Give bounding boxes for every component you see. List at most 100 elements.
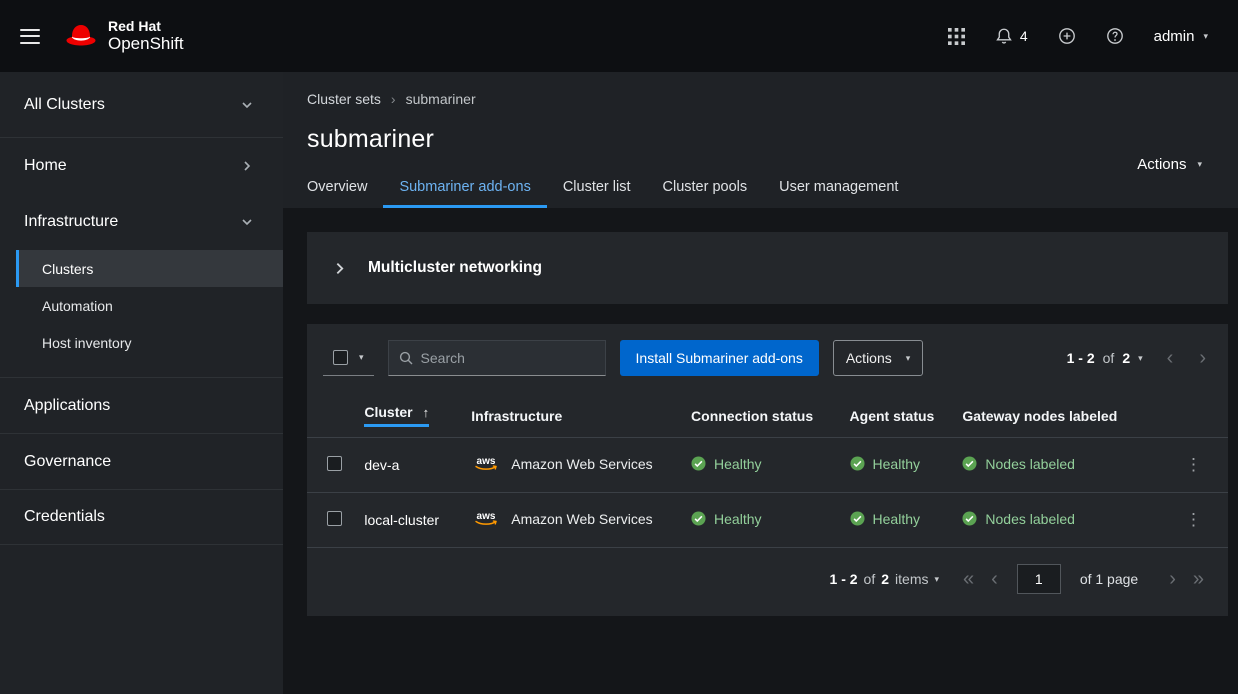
help-button[interactable]: [1106, 27, 1124, 45]
sort-by-cluster[interactable]: Cluster ↑: [364, 404, 429, 427]
masthead: Red Hat OpenShift 4: [0, 0, 1238, 72]
app-launcher-button[interactable]: [948, 28, 965, 45]
sidebar-item-label: Automation: [42, 298, 113, 314]
user-menu[interactable]: admin ▾: [1154, 28, 1208, 45]
bulk-select-dropdown[interactable]: ▾: [323, 340, 374, 376]
sidebar-item-applications[interactable]: Applications: [0, 377, 283, 433]
masthead-utilities: 4 admin ▾: [948, 27, 1208, 45]
next-page-button[interactable]: ›: [1169, 569, 1176, 589]
check-circle-icon: [962, 456, 977, 471]
pagination-top: 1 - 2 of 2 ▾ ‹ ›: [1067, 348, 1212, 368]
chevron-right-icon: [241, 160, 253, 172]
install-submariner-button[interactable]: Install Submariner add-ons: [620, 340, 819, 376]
page-actions-dropdown[interactable]: Actions ▾: [1137, 156, 1202, 173]
sidebar-item-label: Host inventory: [42, 335, 131, 351]
connection-status[interactable]: Healthy: [691, 511, 761, 527]
pagination-of: of: [864, 571, 876, 587]
pagination-items-word: items: [895, 571, 928, 587]
row-actions-kebab-icon[interactable]: ⋮: [1177, 508, 1210, 532]
caret-down-icon: ▾: [359, 353, 364, 362]
grid-apps-icon: [948, 28, 965, 45]
sidebar-item-label: Infrastructure: [24, 213, 118, 231]
sidebar-item-host-inventory[interactable]: Host inventory: [16, 324, 283, 361]
status-label: Nodes labeled: [985, 511, 1075, 527]
breadcrumb-link-cluster-sets[interactable]: Cluster sets: [307, 91, 381, 107]
bulk-select-checkbox[interactable]: [333, 350, 348, 365]
tab-submariner-add-ons[interactable]: Submariner add-ons: [383, 169, 546, 208]
row-checkbox[interactable]: [327, 511, 342, 526]
page-header: Cluster sets › submariner submariner Act…: [283, 72, 1238, 208]
connection-status[interactable]: Healthy: [691, 456, 761, 472]
table-actions-dropdown[interactable]: Actions ▾: [833, 340, 923, 376]
infrastructure-subnav: Clusters Automation Host inventory: [16, 250, 283, 377]
submariner-table-card: ▾ Install Submariner add-ons Actions ▾ 1…: [307, 324, 1228, 616]
caret-down-icon: ▾: [906, 354, 911, 363]
previous-page-button[interactable]: ‹: [1167, 348, 1174, 368]
username: admin: [1154, 28, 1195, 45]
table-toolbar: ▾ Install Submariner add-ons Actions ▾ 1…: [307, 340, 1228, 392]
pagination-range: 1 - 2: [830, 571, 858, 587]
chevron-down-icon: [241, 216, 253, 228]
caret-down-icon: ▾: [934, 575, 939, 584]
pagination-of: of: [1103, 350, 1115, 366]
page-title: submariner: [283, 107, 1238, 154]
breadcrumb: Cluster sets › submariner: [283, 72, 1238, 107]
column-header-connection-status: Connection status: [679, 392, 838, 438]
caret-down-icon: ▾: [1197, 160, 1202, 169]
gateway-nodes-status[interactable]: Nodes labeled: [962, 456, 1075, 472]
red-hat-fedora-icon: [64, 22, 98, 49]
caret-down-icon: ▾: [1203, 32, 1208, 41]
sidebar-item-governance[interactable]: Governance: [0, 433, 283, 489]
table-row-local-cluster: local-cluster aws Amazon Web Services: [307, 493, 1228, 548]
brand-logo[interactable]: Red Hat OpenShift: [64, 18, 184, 54]
pagination-top-nav: ‹ ›: [1167, 348, 1206, 368]
check-circle-icon: [691, 456, 706, 471]
tab-user-management[interactable]: User management: [763, 169, 914, 208]
cluster-switcher[interactable]: All Clusters: [0, 72, 283, 138]
last-page-button[interactable]: »: [1193, 569, 1204, 589]
check-circle-icon: [850, 511, 865, 526]
table-row-dev-a: dev-a aws Amazon Web Services: [307, 438, 1228, 493]
chevron-right-icon: [333, 262, 346, 275]
sidebar-item-home[interactable]: Home: [0, 138, 283, 194]
question-circle-icon: [1106, 27, 1124, 45]
pagination-summary-dropdown[interactable]: 1 - 2 of 2 items ▾: [830, 571, 939, 587]
search-input[interactable]: [421, 350, 595, 366]
status-label: Healthy: [873, 511, 920, 527]
sidebar-item-credentials[interactable]: Credentials: [0, 489, 283, 545]
sidebar-item-infrastructure[interactable]: Infrastructure: [0, 194, 283, 250]
row-actions-kebab-icon[interactable]: ⋮: [1177, 453, 1210, 477]
sidebar-item-clusters[interactable]: Clusters: [16, 250, 283, 287]
brand-line2: OpenShift: [108, 34, 184, 54]
current-page-input[interactable]: [1017, 564, 1061, 594]
column-header-infrastructure: Infrastructure: [459, 392, 679, 438]
pagination-total: 2: [881, 571, 889, 587]
row-checkbox[interactable]: [327, 456, 342, 471]
caret-down-icon[interactable]: ▾: [1138, 354, 1143, 363]
header-actions-cell: [1165, 392, 1228, 438]
tab-overview[interactable]: Overview: [291, 169, 383, 208]
agent-status[interactable]: Healthy: [850, 511, 920, 527]
check-circle-icon: [962, 511, 977, 526]
multicluster-networking-expandable[interactable]: Multicluster networking: [307, 232, 1228, 304]
next-page-button[interactable]: ›: [1199, 348, 1206, 368]
cluster-switcher-label: All Clusters: [24, 96, 105, 114]
submariner-addons-table: Cluster ↑ Infrastructure Connection stat…: [307, 392, 1228, 548]
gateway-nodes-status[interactable]: Nodes labeled: [962, 511, 1075, 527]
page-actions-label: Actions: [1137, 156, 1186, 173]
sidebar-item-automation[interactable]: Automation: [16, 287, 283, 324]
first-page-button[interactable]: «: [963, 569, 974, 589]
nav-toggle-hamburger-icon[interactable]: [20, 29, 40, 44]
column-header-gateway-nodes: Gateway nodes labeled: [950, 392, 1165, 438]
previous-page-button[interactable]: ‹: [991, 569, 998, 589]
pagination-total: 2: [1122, 350, 1130, 366]
search-box: [388, 340, 606, 376]
notifications-button[interactable]: 4: [995, 27, 1028, 45]
tab-cluster-list[interactable]: Cluster list: [547, 169, 647, 208]
tab-cluster-pools[interactable]: Cluster pools: [647, 169, 764, 208]
cluster-name: local-cluster: [364, 512, 439, 528]
page-count-label: of 1 page: [1080, 571, 1138, 587]
create-resource-button[interactable]: [1058, 27, 1076, 45]
sidebar-item-label: Credentials: [24, 508, 105, 526]
agent-status[interactable]: Healthy: [850, 456, 920, 472]
